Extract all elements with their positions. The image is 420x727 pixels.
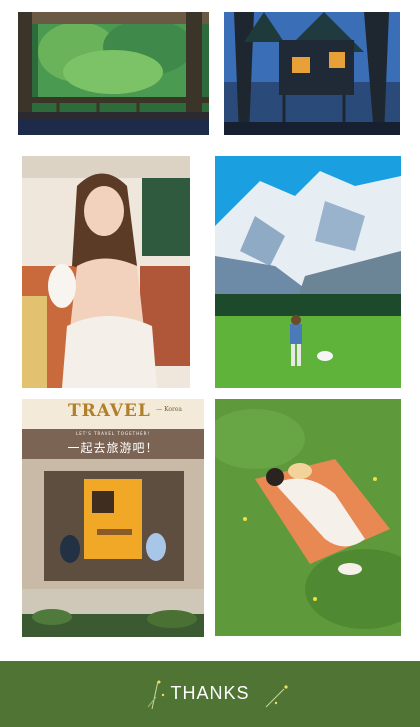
illustration-grass-picnic (215, 399, 401, 636)
footer-banner: THANKS (0, 661, 420, 727)
travel-poster: TRAVEL — Korea LET'S TRAVEL TOGETHER! 一起… (22, 399, 204, 637)
illustration-pavilion-forest (18, 12, 209, 135)
poster-chinese-caption: 一起去旅游吧！ (67, 441, 159, 455)
poster-brand: — Korea (156, 406, 182, 413)
illustration-treehouse (224, 12, 400, 135)
grass-sprig-right-icon (265, 685, 288, 708)
thanks-label: THANKS (170, 683, 250, 703)
illustration-woman-portrait (22, 156, 190, 388)
illustration-mountain-walk (215, 156, 401, 388)
poster-tagline: LET'S TRAVEL TOGETHER! (76, 431, 150, 436)
